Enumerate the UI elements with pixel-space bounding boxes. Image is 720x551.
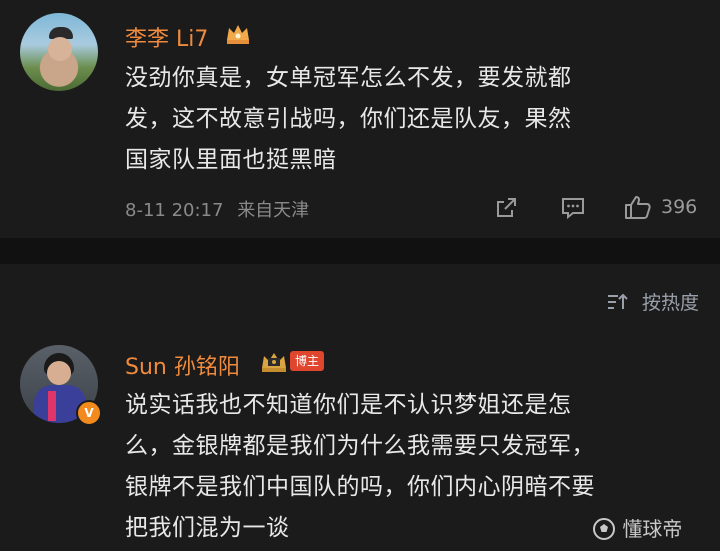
comment-text: 没劲你真是，女单冠军怎么不发，要发就都 发，这不故意引战吗，你们还是队友，果然 … <box>125 58 695 181</box>
avatar-face <box>48 37 72 61</box>
soccer-ball-icon <box>593 518 615 540</box>
crown-icon <box>262 353 286 372</box>
watermark-text: 懂球帝 <box>622 517 683 541</box>
avatar-face <box>47 361 71 385</box>
comment-meta: 8-11 20:17 来自天津 <box>125 196 309 222</box>
location: 来自天津 <box>237 200 310 221</box>
comment-icon[interactable] <box>560 196 586 220</box>
avatar[interactable] <box>20 13 98 91</box>
divider <box>0 238 720 264</box>
comment-line: 国家队里面也挺黑暗 <box>125 147 337 173</box>
avatar-stripe <box>48 391 56 421</box>
comment-line: 发，这不故意引战吗，你们还是队友，果然 <box>125 106 572 132</box>
comment-line: 么，金银牌都是我们为什么我需要只发冠军， <box>125 433 595 459</box>
comment-line: 银牌不是我们中国队的吗，你们内心阴暗不要 <box>125 474 595 500</box>
blogger-badge: 博主 <box>290 351 325 371</box>
comment-line: 说实话我也不知道你们是不认识梦姐还是怎 <box>125 392 572 418</box>
timestamp: 8-11 20:17 <box>125 200 224 221</box>
verified-icon: V <box>76 400 102 426</box>
username[interactable]: 李李 Li7 <box>125 21 208 53</box>
share-icon[interactable] <box>494 196 518 220</box>
like-icon[interactable] <box>624 194 652 220</box>
crown-icon <box>227 25 249 44</box>
comment-line: 没劲你真是，女单冠军怎么不发，要发就都 <box>125 65 572 91</box>
like-count: 396 <box>661 196 698 218</box>
watermark: 懂球帝 <box>592 513 682 542</box>
sort-icon <box>608 293 628 309</box>
sort-label: 按热度 <box>642 292 700 314</box>
sort-button[interactable]: 按热度 <box>606 288 699 315</box>
username[interactable]: Sun 孙铭阳 <box>125 349 240 381</box>
